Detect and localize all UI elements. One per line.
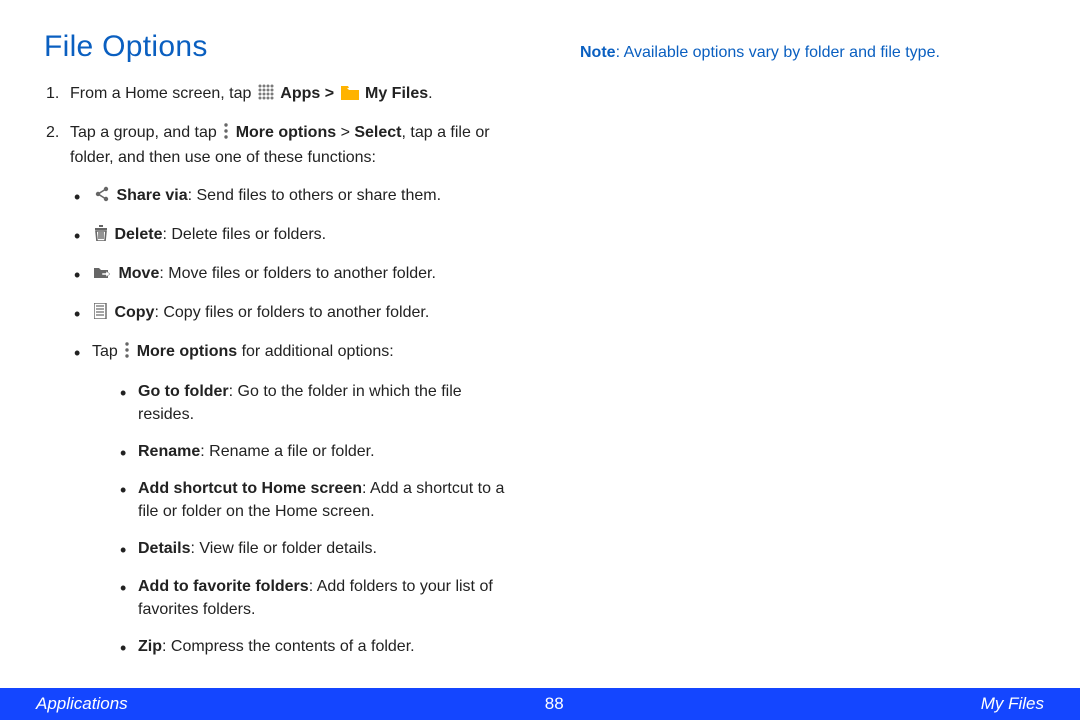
moreopt-rename-label: Rename: [138, 443, 200, 460]
bullet-copy-label: Copy: [114, 304, 154, 321]
moreopt-details-label: Details: [138, 540, 190, 557]
move-icon: [94, 264, 112, 287]
moreopt-details-desc: : View file or folder details.: [190, 540, 376, 557]
more-options-icon: [124, 342, 130, 365]
moreopt-addfav: Add to favorite folders: Add folders to …: [118, 575, 520, 621]
bullet-move-desc: : Move files or folders to another folde…: [159, 265, 436, 282]
step-1: 1. From a Home screen, tap Apps >: [44, 82, 520, 107]
bullet-move-label: Move: [118, 265, 159, 282]
footer-bar: Applications 88 My Files: [0, 688, 1080, 720]
footer-left: Applications: [36, 694, 128, 714]
step-2-text-pre: Tap a group, and tap: [70, 124, 221, 141]
moreopt-rename-desc: : Rename a file or folder.: [200, 443, 374, 460]
trash-icon: [94, 225, 108, 248]
bullet-tap-more-pre: Tap: [92, 343, 122, 360]
share-icon: [94, 186, 110, 209]
moreopts-list: Go to folder: Go to the folder in which …: [92, 380, 520, 659]
moreopt-addshortcut-label: Add shortcut to Home screen: [138, 480, 362, 497]
step-1-num: 1.: [46, 82, 59, 105]
bullet-delete-desc: : Delete files or folders.: [162, 226, 326, 243]
moreopt-details: Details: View file or folder details.: [118, 537, 520, 560]
bullet-delete-label: Delete: [114, 226, 162, 243]
moreopt-zip: Zip: Compress the contents of a folder.: [118, 635, 520, 658]
step-2-mid: >: [336, 124, 354, 141]
numbered-steps: 1. From a Home screen, tap Apps >: [44, 82, 520, 658]
footer-page-number: 88: [545, 694, 564, 714]
apps-icon: [258, 84, 274, 107]
step-1-gt: >: [325, 85, 339, 102]
bullet-copy: Copy: Copy files or folders to another f…: [70, 301, 520, 326]
moreopt-rename: Rename: Rename a file or folder.: [118, 440, 520, 463]
moreopt-goto: Go to folder: Go to the folder in which …: [118, 380, 520, 426]
note-label: Note: [580, 44, 616, 61]
step-2-select-label: Select: [354, 124, 401, 141]
moreopt-zip-label: Zip: [138, 638, 162, 655]
moreopt-addfav-label: Add to favorite folders: [138, 578, 309, 595]
step-1-apps-label: Apps: [280, 85, 320, 102]
page-title: File Options: [44, 30, 520, 64]
bullet-share: Share via: Send files to others or share…: [70, 184, 520, 209]
bullet-list: Share via: Send files to others or share…: [70, 184, 520, 659]
step-1-myfiles-label: My Files: [365, 85, 428, 102]
moreopt-goto-label: Go to folder: [138, 383, 229, 400]
moreopt-zip-desc: : Compress the contents of a folder.: [162, 638, 415, 655]
step-1-text-pre: From a Home screen, tap: [70, 85, 256, 102]
more-options-icon: [223, 123, 229, 146]
bullet-share-label: Share via: [116, 187, 187, 204]
bullet-tap-more: Tap More options for additional options:: [70, 340, 520, 658]
footer-right: My Files: [981, 694, 1044, 714]
copy-icon: [94, 303, 108, 326]
moreopt-addshortcut: Add shortcut to Home screen: Add a short…: [118, 477, 520, 523]
bullet-tap-more-desc: for additional options:: [237, 343, 394, 360]
step-1-end: .: [428, 85, 432, 102]
step-2-num: 2.: [46, 121, 59, 144]
bullet-copy-desc: : Copy files or folders to another folde…: [154, 304, 429, 321]
bullet-tap-more-label: More options: [137, 343, 237, 360]
bullet-move: Move: Move files or folders to another f…: [70, 262, 520, 287]
bullet-share-desc: : Send files to others or share them.: [188, 187, 441, 204]
step-2-more-label: More options: [236, 124, 336, 141]
note-paragraph: Note: Available options vary by folder a…: [580, 42, 1040, 64]
folder-icon: [341, 84, 359, 107]
note-text: : Available options vary by folder and f…: [616, 44, 940, 61]
step-2: 2. Tap a group, and tap More options > S…: [44, 121, 520, 658]
bullet-delete: Delete: Delete files or folders.: [70, 223, 520, 248]
